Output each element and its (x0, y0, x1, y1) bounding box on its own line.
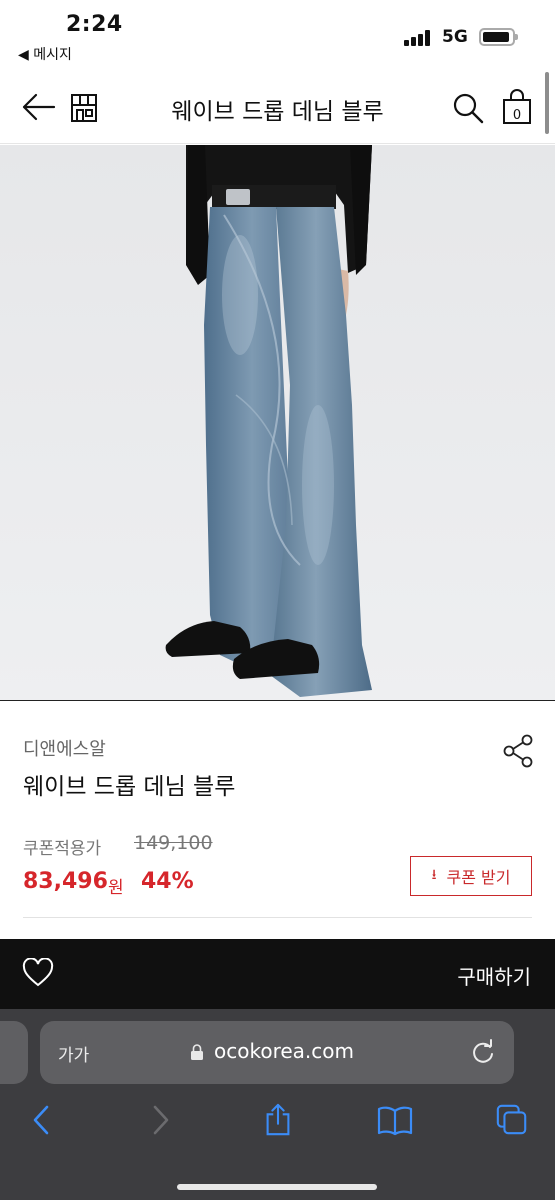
back-icon[interactable] (30, 1103, 52, 1137)
divider (23, 917, 532, 918)
product-image[interactable] (0, 145, 555, 701)
back-arrow-icon[interactable] (20, 92, 56, 122)
buy-button[interactable]: 구매하기 (457, 961, 531, 990)
share-sheet-icon[interactable] (262, 1103, 294, 1137)
back-to-messages-link[interactable]: ◀ 메시지 (18, 44, 72, 64)
share-icon[interactable] (502, 734, 534, 768)
tabs-icon[interactable] (494, 1103, 530, 1137)
get-coupon-button[interactable]: ⭳ 쿠폰 받기 (410, 856, 532, 896)
brand-name[interactable]: 디앤에스알 (23, 735, 106, 761)
lock-icon (191, 1044, 203, 1060)
reload-icon[interactable] (470, 1039, 496, 1065)
currency-unit: 원 (108, 878, 124, 898)
purchase-bar: 구매하기 (0, 939, 555, 1011)
browser-bottom-bar: 가가 ocokorea.com (0, 1009, 555, 1200)
forward-icon (153, 1105, 169, 1135)
url-text[interactable]: ocokorea.com (214, 1039, 354, 1063)
battery-icon (479, 28, 518, 46)
cart-count: 0 (513, 108, 521, 123)
product-info: 디앤에스알 웨이브 드롭 데님 블루 쿠폰적용가 149,100 83,496 … (0, 701, 555, 939)
status-bar: 2:24 ◀ 메시지 5G (0, 0, 555, 72)
shopping-bag-icon: 0 (503, 89, 531, 124)
bookmarks-icon[interactable] (376, 1103, 414, 1137)
shopping-bag-button[interactable]: 0 (502, 89, 532, 125)
store-icon[interactable] (68, 92, 100, 124)
app-header: 웨이브 드롭 데님 블루 0 (0, 72, 555, 144)
sale-price: 83,496 (23, 869, 108, 894)
search-icon[interactable] (452, 92, 484, 124)
previous-tab-preview[interactable] (0, 1021, 28, 1084)
home-indicator (177, 1184, 377, 1190)
discount-rate: 44% (141, 869, 194, 894)
product-name: 웨이브 드롭 데님 블루 (23, 774, 236, 800)
text-size-button[interactable]: 가가 (58, 1041, 89, 1066)
download-icon: ⭳ (431, 867, 437, 883)
status-time: 2:24 (66, 12, 123, 37)
heart-icon[interactable] (22, 958, 54, 988)
address-bar[interactable]: 가가 ocokorea.com (40, 1021, 514, 1084)
scroll-indicator (545, 72, 549, 134)
network-type: 5G (442, 27, 468, 47)
cellular-signal-icon (404, 30, 434, 46)
coupon-price-label: 쿠폰적용가 (23, 839, 102, 859)
original-price: 149,100 (134, 832, 213, 854)
get-coupon-label: 쿠폰 받기 (446, 868, 511, 887)
